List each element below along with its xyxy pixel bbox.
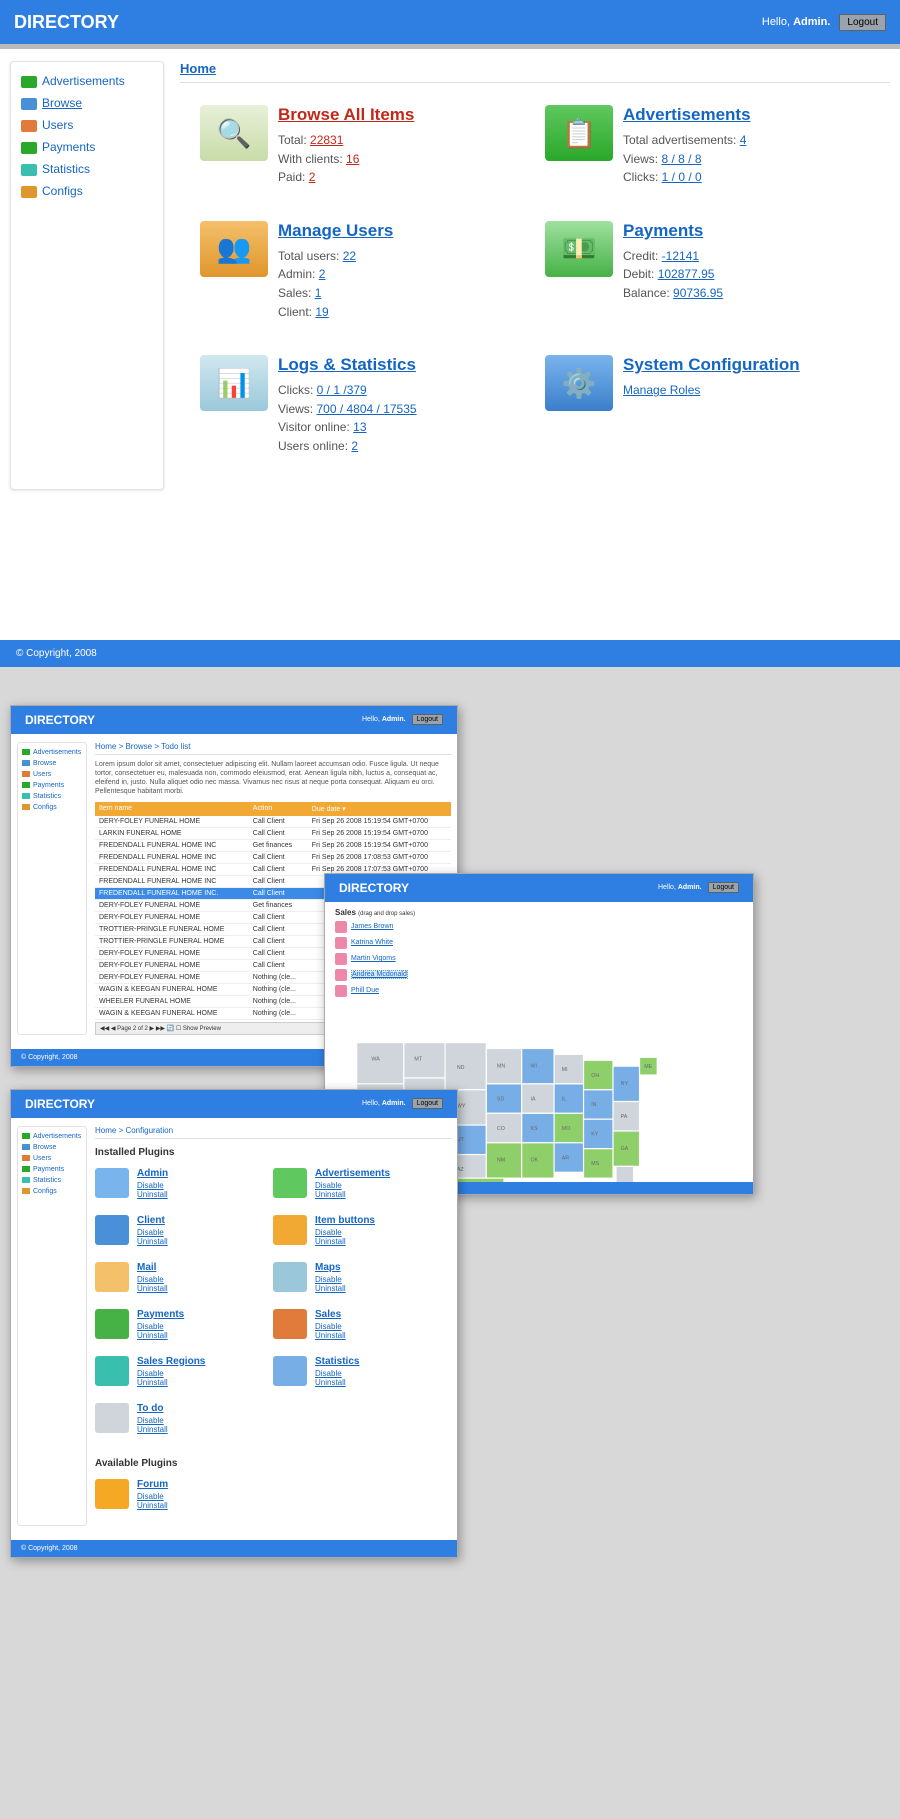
svg-text:WA: WA [371, 1056, 380, 1062]
svg-text:AR: AR [562, 1155, 570, 1161]
billboard-icon: 📋 [545, 105, 613, 161]
svg-text:NM: NM [497, 1157, 505, 1163]
svg-text:WY: WY [457, 1103, 466, 1109]
plugin-maps: MapsDisableUninstall [273, 1262, 451, 1293]
svg-text:ND: ND [457, 1065, 465, 1071]
app-logo: DIRECTORY [14, 13, 119, 31]
table-row[interactable]: DERY-FOLEY FUNERAL HOMECall ClientFri Se… [95, 816, 451, 828]
svg-text:ME: ME [644, 1063, 652, 1069]
plugin-statistics: StatisticsDisableUninstall [273, 1356, 451, 1387]
sidebar-item-payments[interactable]: Payments [19, 136, 155, 158]
svg-text:CO: CO [497, 1125, 505, 1131]
plugin-icon [273, 1356, 307, 1386]
plugin-payments: PaymentsDisableUninstall [95, 1309, 273, 1340]
plugin-sales regions: Sales RegionsDisableUninstall [95, 1356, 273, 1387]
plugin-icon [95, 1262, 129, 1292]
plugin-icon [95, 1168, 129, 1198]
gear-icon: ⚙️ [545, 355, 613, 411]
menu-icon [21, 142, 37, 154]
svg-text:UT: UT [457, 1137, 465, 1143]
svg-text:MI: MI [562, 1066, 568, 1072]
sales-list: Sales (drag and drop sales) James BrownK… [335, 908, 421, 1001]
plugin-icon [95, 1309, 129, 1339]
header: DIRECTORY Hello, Admin. Logout [0, 0, 900, 44]
svg-text:MT: MT [414, 1056, 422, 1062]
link-manage-roles[interactable]: Manage Roles [623, 383, 700, 397]
svg-text:OK: OK [531, 1157, 539, 1163]
plugin-forum: ForumDisableUninstall [95, 1479, 273, 1510]
svg-text:IL: IL [562, 1096, 566, 1102]
book-magnifier-icon: 🔍 [200, 105, 268, 161]
svg-text:PA: PA [621, 1114, 628, 1120]
table-row[interactable]: FREDENDALL FUNERAL HOME INCCall ClientFr… [95, 851, 451, 863]
table-row[interactable]: LARKIN FUNERAL HOMECall ClientFri Sep 26… [95, 827, 451, 839]
menu-icon [21, 120, 37, 132]
plugin-to do: To doDisableUninstall [95, 1403, 273, 1434]
plugin-advertisements: AdvertisementsDisableUninstall [273, 1168, 451, 1199]
plugin-mail: MailDisableUninstall [95, 1262, 273, 1293]
plugin-sales: SalesDisableUninstall [273, 1309, 451, 1340]
card-system: ⚙️ System Configuration Manage Roles [545, 355, 890, 455]
svg-text:MN: MN [497, 1063, 505, 1069]
menu-icon [21, 76, 37, 88]
link-browse[interactable]: Browse All Items [278, 105, 414, 124]
plugin-admin: AdminDisableUninstall [95, 1168, 273, 1199]
sidebar-item-browse[interactable]: Browse [19, 92, 155, 114]
chart-clipboard-icon: 📊 [200, 355, 268, 411]
sidebar: AdvertisementsBrowseUsersPaymentsStatist… [10, 61, 164, 490]
link-payments[interactable]: Payments [623, 221, 703, 240]
greeting: Hello, Admin. Logout [762, 14, 886, 31]
svg-text:IA: IA [531, 1096, 536, 1102]
svg-text:IN: IN [591, 1102, 596, 1108]
sidebar-item-configs[interactable]: Configs [19, 180, 155, 202]
breadcrumb: Home [180, 61, 890, 83]
plugin-icon [95, 1403, 129, 1433]
menu-icon [21, 98, 37, 110]
table-row[interactable]: FREDENDALL FUNERAL HOME INCGet financesF… [95, 839, 451, 851]
card-advertisements: 📋 Advertisements Total advertisements: 4… [545, 105, 890, 187]
plugin-icon [273, 1309, 307, 1339]
link-system[interactable]: System Configuration [623, 355, 800, 374]
svg-text:OH: OH [591, 1072, 599, 1078]
preview-config: DIRECTORY Hello, Admin.Logout Advertisem… [10, 1089, 458, 1558]
crumb-home[interactable]: Home [180, 61, 216, 76]
main-window: DIRECTORY Hello, Admin. Logout Advertise… [0, 0, 900, 667]
plugin-icon [95, 1215, 129, 1245]
sidebar-item-users[interactable]: Users [19, 114, 155, 136]
footer: © Copyright, 2008 [0, 640, 900, 667]
svg-text:GA: GA [621, 1145, 629, 1151]
link-logs[interactable]: Logs & Statistics [278, 355, 416, 374]
plugin-icon [95, 1356, 129, 1386]
plugin-icon [95, 1479, 129, 1509]
plugin-icon [273, 1168, 307, 1198]
svg-text:KS: KS [531, 1125, 539, 1131]
people-icon: 👥 [200, 221, 268, 277]
svg-text:SD: SD [497, 1096, 505, 1102]
card-logs: 📊 Logs & Statistics Clicks: 0 / 1 /379 V… [200, 355, 545, 455]
plugin-icon [273, 1215, 307, 1245]
main-content: AdvertisementsBrowseUsersPaymentsStatist… [0, 49, 900, 530]
sidebar-item-statistics[interactable]: Statistics [19, 158, 155, 180]
plugin-client: ClientDisableUninstall [95, 1215, 273, 1246]
svg-text:KY: KY [591, 1131, 599, 1137]
menu-icon [21, 164, 37, 176]
preview-area: DIRECTORY Hello, Admin.Logout Advertisem… [0, 689, 900, 1819]
plugin-item buttons: Item buttonsDisableUninstall [273, 1215, 451, 1246]
card-browse: 🔍 Browse All Items Total: 22831 With cli… [200, 105, 545, 187]
money-icon: 💵 [545, 221, 613, 277]
svg-text:MO: MO [562, 1125, 571, 1131]
svg-text:WI: WI [531, 1063, 537, 1069]
card-payments: 💵 Payments Credit: -12141 Debit: 102877.… [545, 221, 890, 321]
card-users: 👥 Manage Users Total users: 22 Admin: 2 … [200, 221, 545, 321]
svg-text:MS: MS [591, 1161, 599, 1167]
link-ads[interactable]: Advertisements [623, 105, 751, 124]
sidebar-item-advertisements[interactable]: Advertisements [19, 70, 155, 92]
plugin-icon [273, 1262, 307, 1292]
menu-icon [21, 186, 37, 198]
logout-button[interactable]: Logout [839, 14, 886, 31]
link-users[interactable]: Manage Users [278, 221, 393, 240]
svg-text:NY: NY [621, 1081, 629, 1087]
